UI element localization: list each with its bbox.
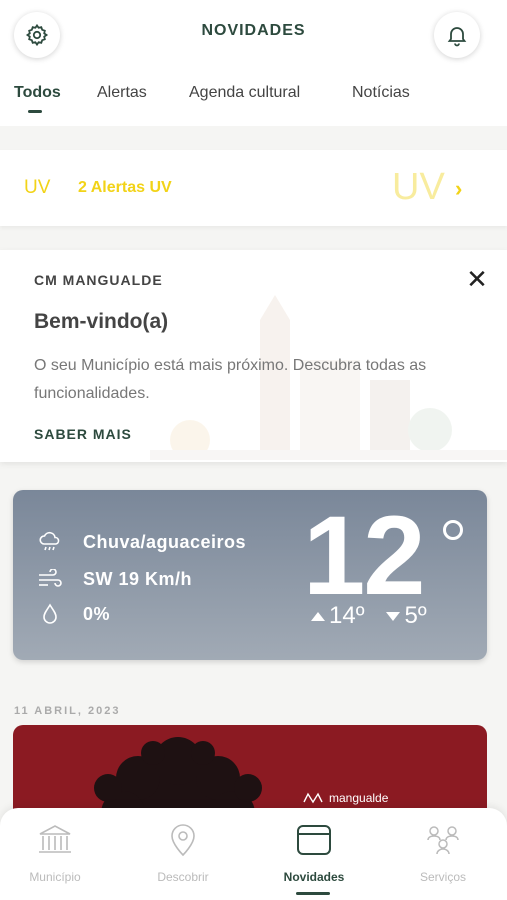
tab-todos[interactable]: Todos: [14, 84, 61, 102]
tab-alertas[interactable]: Alertas: [97, 84, 147, 102]
bottom-navigation: Município Descobrir Novidades Serviços: [0, 808, 507, 900]
active-tab-indicator: [28, 110, 42, 113]
services-icon: [427, 826, 459, 855]
uv-alert-banner[interactable]: UV 2 Alertas UV UV ›: [0, 150, 507, 226]
wind-icon: [39, 569, 62, 587]
location-pin-icon: [171, 824, 195, 857]
active-nav-indicator: [296, 892, 330, 895]
welcome-card: CM MANGUALDE ✕ Bem-vindo(a) O seu Municí…: [0, 250, 507, 462]
droplet-icon: [43, 603, 57, 624]
precipitation-value: 0%: [83, 603, 111, 624]
weather-card[interactable]: Chuva/aguaceiros SW 19 Km/h 0% 12 14º 5º: [13, 490, 487, 660]
mangualde-logo-icon: [303, 792, 323, 804]
low-temperature: 5º: [404, 602, 427, 629]
chevron-right-icon: ›: [455, 176, 463, 201]
nav-label-servicos: Serviços: [419, 870, 466, 884]
rain-cloud-icon: [39, 531, 60, 551]
precipitation-row: 0%: [37, 602, 110, 626]
category-tabs: Todos Alertas Agenda cultural Notícias: [0, 70, 507, 126]
mangualde-logo: mangualde: [303, 791, 388, 805]
nav-label-municipio: Município: [29, 870, 81, 884]
tab-noticias[interactable]: Notícias: [352, 84, 410, 102]
uv-alert-text: 2 Alertas UV: [78, 179, 172, 196]
news-card-icon: [297, 825, 331, 855]
current-temperature: 12: [303, 493, 426, 618]
wind-value: SW 19 Km/h: [83, 568, 193, 589]
uv-badge: UV: [24, 177, 51, 198]
organization-label: CM MANGUALDE: [34, 272, 163, 288]
arrow-up-icon: [311, 611, 325, 621]
welcome-description: O seu Município está mais próximo. Descu…: [34, 357, 427, 402]
nav-item-municipio[interactable]: Município: [0, 822, 110, 884]
logo-text: mangualde: [329, 791, 389, 805]
nav-label-descobrir: Descobrir: [157, 870, 209, 884]
building-icon: [39, 825, 71, 853]
uv-watermark: UV: [392, 166, 445, 208]
high-temperature: 14º: [329, 602, 365, 629]
page-title: NOVIDADES: [201, 22, 306, 39]
tab-agenda-cultural[interactable]: Agenda cultural: [189, 84, 300, 102]
notifications-button[interactable]: [434, 12, 480, 58]
wind-row: SW 19 Km/h: [37, 567, 192, 591]
nav-label-novidades: Novidades: [283, 870, 345, 884]
temperature-range: 14º 5º: [311, 602, 449, 630]
news-date: 11 ABRIL, 2023: [14, 705, 121, 717]
degree-symbol: [443, 520, 463, 540]
welcome-title: Bem-vindo(a): [34, 310, 169, 333]
close-icon[interactable]: ✕: [464, 266, 490, 292]
weather-condition-row: Chuva/aguaceiros: [37, 530, 246, 554]
nav-item-novidades[interactable]: Novidades: [259, 822, 369, 884]
arrow-down-icon: [386, 611, 401, 621]
nav-item-servicos[interactable]: Serviços: [388, 822, 498, 884]
bell-icon: [447, 27, 467, 47]
weather-condition: Chuva/aguaceiros: [83, 531, 247, 552]
nav-item-descobrir[interactable]: Descobrir: [128, 822, 238, 884]
top-bar: NOVIDADES: [0, 0, 507, 70]
learn-more-link[interactable]: SABER MAIS: [34, 426, 132, 442]
